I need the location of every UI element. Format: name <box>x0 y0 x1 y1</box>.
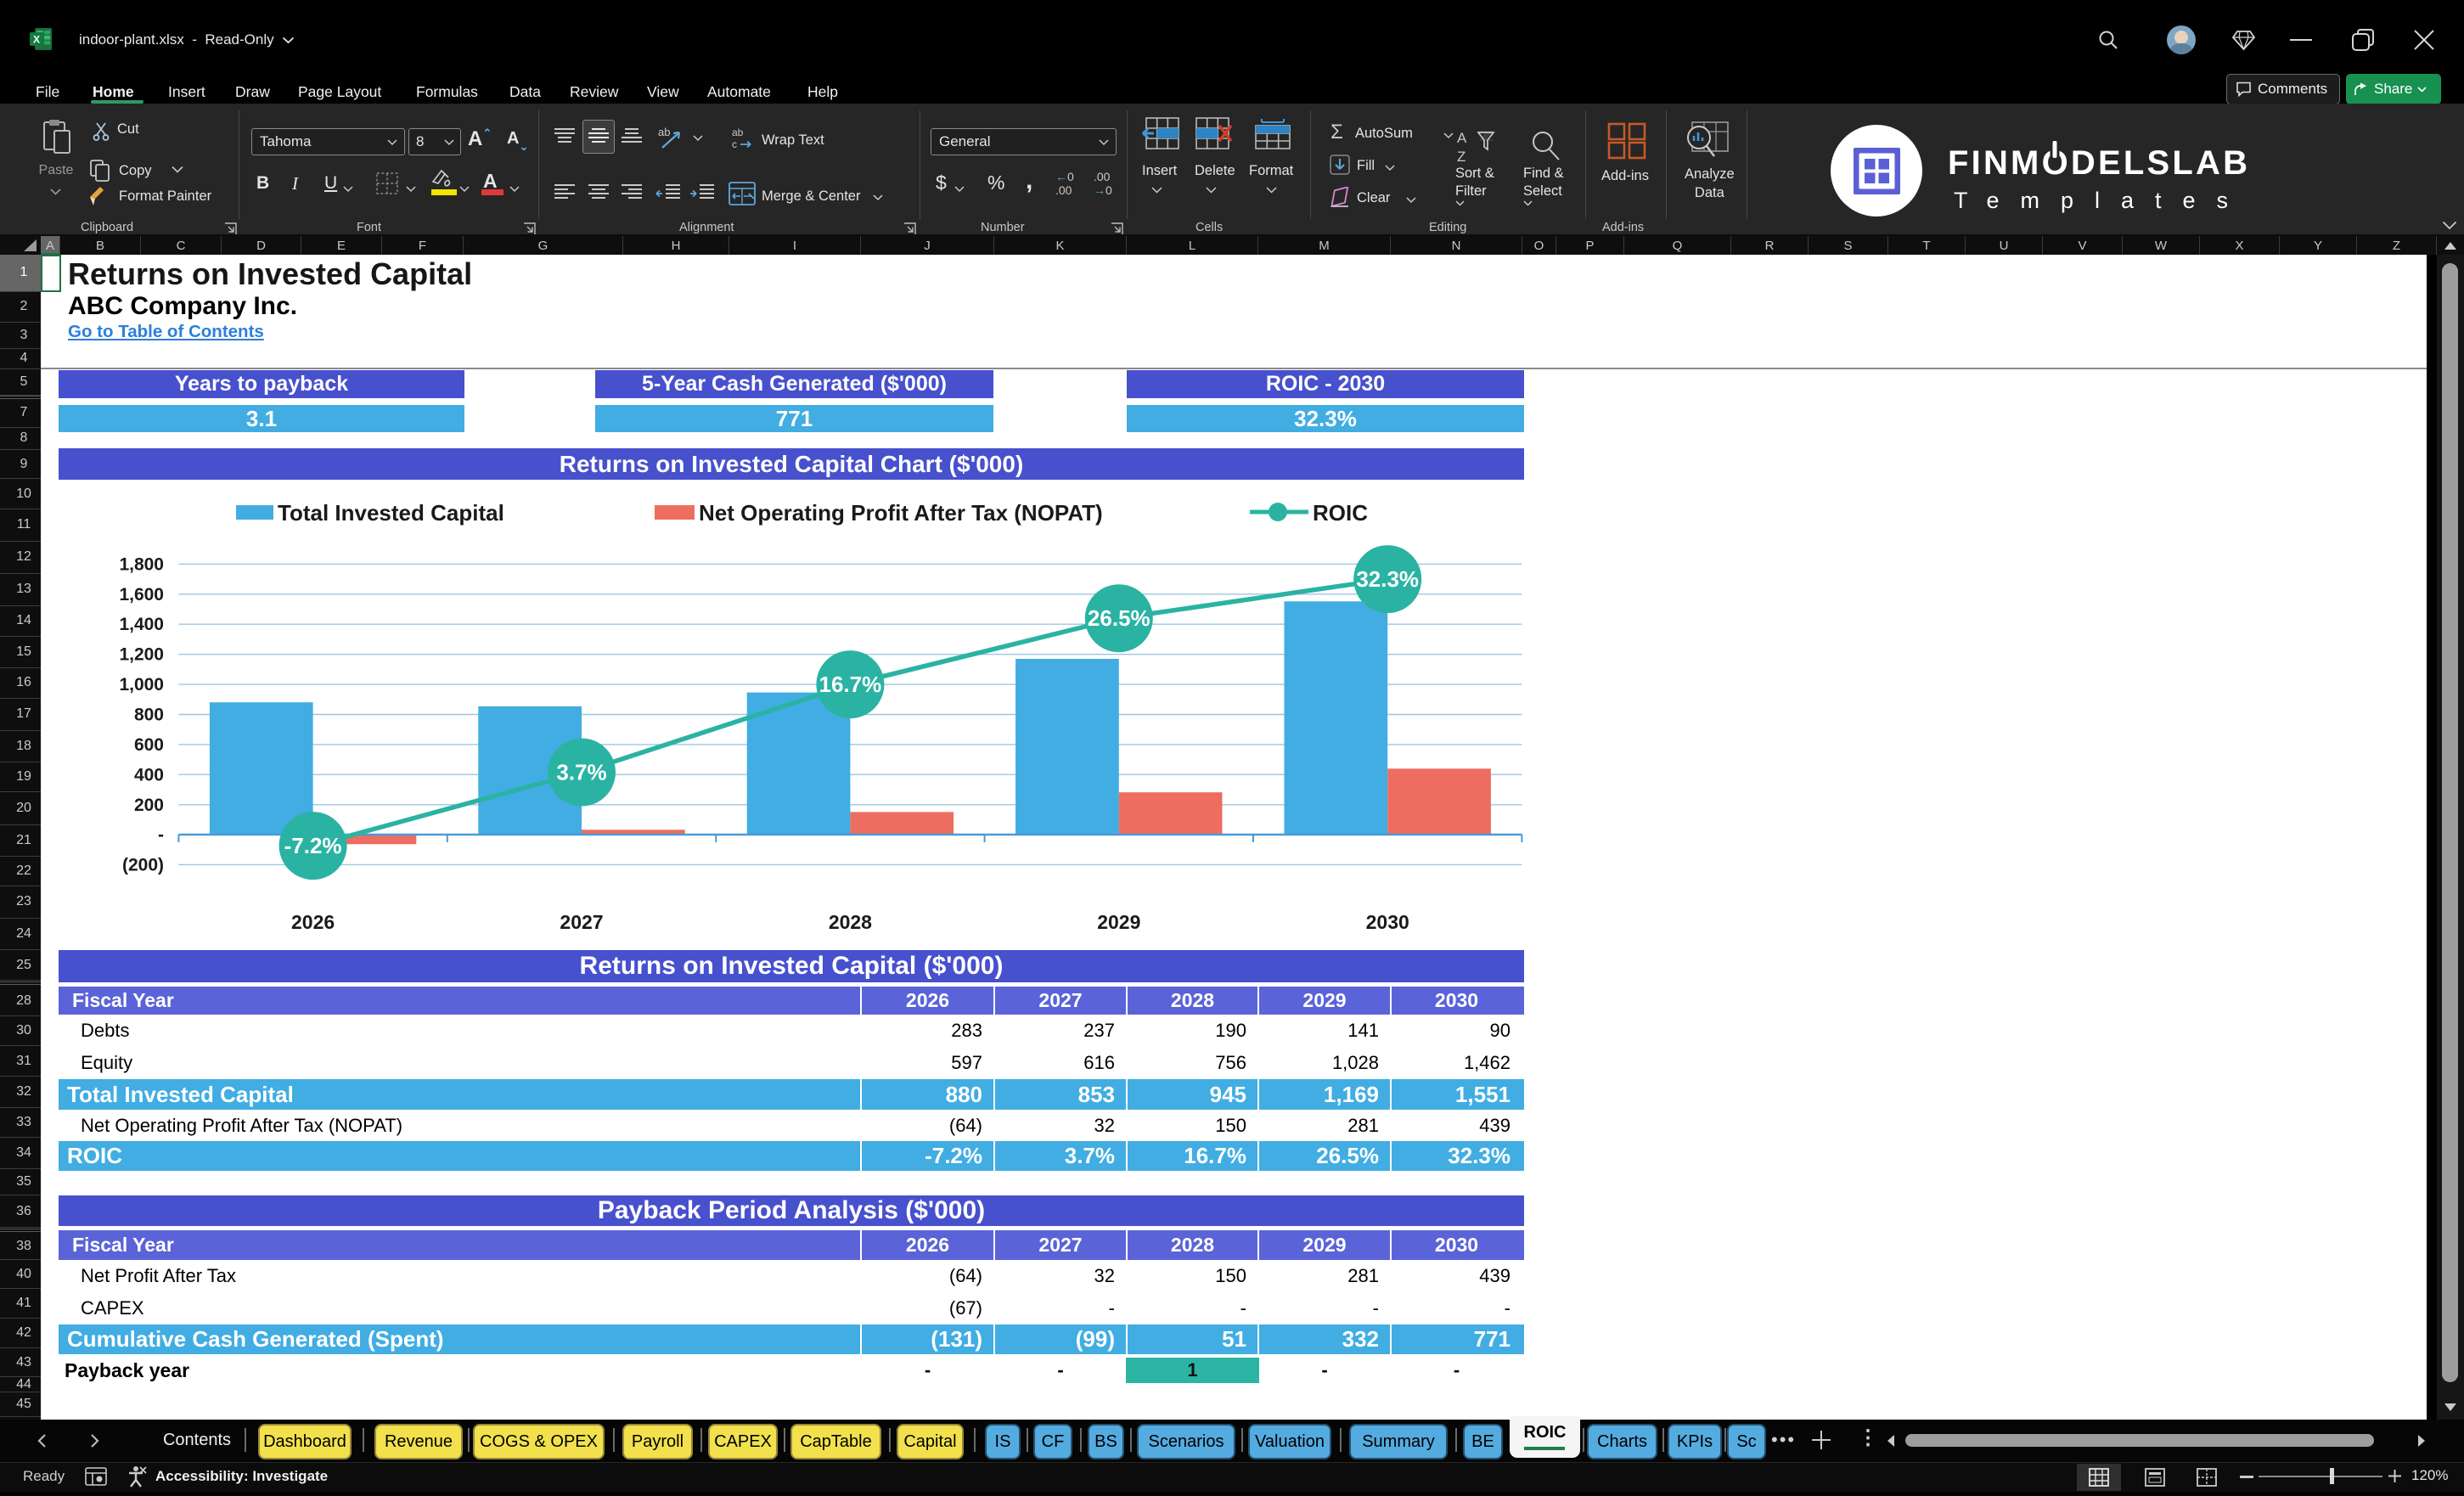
svg-text:2030: 2030 <box>1366 911 1409 933</box>
svg-text:A: A <box>1457 130 1467 146</box>
svg-text:ROIC: ROIC <box>1313 500 1368 526</box>
svg-text:(200): (200) <box>122 855 164 875</box>
svg-text:200: 200 <box>134 796 164 815</box>
svg-text:Total Invested Capital: Total Invested Capital <box>278 500 504 526</box>
svg-text:-: - <box>158 825 164 845</box>
svg-text:X: X <box>33 34 40 46</box>
svg-text:Net Operating Profit After Tax: Net Operating Profit After Tax (NOPAT) <box>699 500 1103 526</box>
svg-text:ab: ab <box>658 126 670 138</box>
svg-text:600: 600 <box>134 735 164 755</box>
svg-text:-7.2%: -7.2% <box>284 833 342 858</box>
svg-text:Z: Z <box>1457 149 1465 165</box>
svg-text:1,000: 1,000 <box>119 675 164 695</box>
svg-text:2028: 2028 <box>829 911 872 933</box>
svg-text:2027: 2027 <box>560 911 603 933</box>
svg-text:32.3%: 32.3% <box>1356 566 1419 592</box>
svg-text:3.7%: 3.7% <box>556 760 606 785</box>
svg-text:1,600: 1,600 <box>119 585 164 605</box>
svg-text:ab: ab <box>732 127 744 138</box>
svg-text:400: 400 <box>134 765 164 785</box>
svg-text:1,200: 1,200 <box>119 645 164 665</box>
svg-text:1,800: 1,800 <box>119 554 164 574</box>
svg-text:2029: 2029 <box>1097 911 1140 933</box>
svg-text:2026: 2026 <box>291 911 335 933</box>
svg-text:c: c <box>732 138 737 150</box>
svg-text:26.5%: 26.5% <box>1088 605 1150 631</box>
svg-text:16.7%: 16.7% <box>819 672 882 697</box>
svg-text:1,400: 1,400 <box>119 615 164 634</box>
svg-text:800: 800 <box>134 706 164 725</box>
